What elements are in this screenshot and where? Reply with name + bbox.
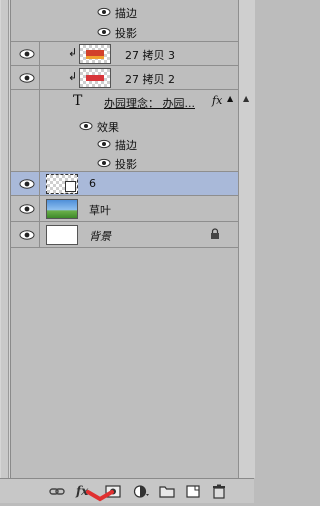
visibility-cell[interactable] xyxy=(11,66,40,89)
fx-icon[interactable]: fx xyxy=(212,94,222,107)
layers-panel-window: 描边 投影 ↲ 27 拷贝 3 ↲ 27 拷贝 2 T 办园理念： 办园... … xyxy=(0,0,255,503)
eye-icon[interactable] xyxy=(97,7,111,17)
left-scrollbar[interactable] xyxy=(0,0,11,503)
layer-row-background[interactable]: 背景 xyxy=(11,222,238,248)
layer-name[interactable]: 27 拷贝 3 xyxy=(125,47,175,63)
new-layer-icon[interactable] xyxy=(184,484,202,499)
layer-thumbnail xyxy=(79,44,111,64)
eye-icon[interactable] xyxy=(97,139,111,149)
visibility-cell[interactable] xyxy=(11,90,40,171)
visibility-cell[interactable] xyxy=(11,172,40,195)
layer-name[interactable]: 6 xyxy=(89,177,96,190)
clip-arrow-icon: ↲ xyxy=(68,70,78,83)
eye-icon[interactable] xyxy=(19,229,35,241)
layer-row[interactable]: ↲ 27 拷贝 3 xyxy=(11,42,238,66)
effect-label-shadow: 投影 xyxy=(115,158,137,171)
layer-thumbnail xyxy=(79,68,111,88)
smart-object-icon xyxy=(65,181,76,192)
effects-label: 效果 xyxy=(97,121,119,134)
layer-name[interactable]: 办园理念： 办园... xyxy=(104,95,195,111)
eye-icon[interactable] xyxy=(19,72,35,84)
annotation-arrow xyxy=(86,489,114,503)
eye-icon[interactable] xyxy=(19,203,35,215)
layer-thumbnail xyxy=(46,225,78,245)
eye-icon[interactable] xyxy=(79,121,93,131)
collapse-arrow-icon[interactable]: ▲ xyxy=(227,94,233,103)
layer-thumbnail xyxy=(46,174,78,194)
left-scroll-thumb[interactable] xyxy=(1,0,9,478)
trash-icon[interactable] xyxy=(210,484,228,499)
effect-label-shadow: 投影 xyxy=(115,27,137,40)
effects-group-top: 描边 投影 xyxy=(11,0,238,42)
visibility-cell[interactable] xyxy=(11,196,40,221)
layers-bottom-toolbar: fx xyxy=(0,478,254,503)
text-layer-icon: T xyxy=(73,93,83,109)
scroll-up-arrow-icon[interactable]: ▲ xyxy=(243,94,249,103)
layer-row-selected[interactable]: 6 xyxy=(11,172,238,196)
clip-arrow-icon: ↲ xyxy=(68,46,78,59)
link-icon[interactable] xyxy=(48,484,66,499)
layer-row[interactable]: 草叶 xyxy=(11,196,238,222)
visibility-cell[interactable] xyxy=(11,42,40,65)
layer-name[interactable]: 背景 xyxy=(89,228,111,244)
eye-icon[interactable] xyxy=(19,178,35,190)
lock-icon xyxy=(210,228,220,240)
layer-name[interactable]: 27 拷贝 2 xyxy=(125,71,175,87)
layer-row[interactable]: ↲ 27 拷贝 2 xyxy=(11,66,238,90)
layer-thumbnail xyxy=(46,199,78,219)
adjustment-icon[interactable] xyxy=(132,484,150,499)
folder-icon[interactable] xyxy=(158,484,176,499)
right-scrollbar[interactable]: ▲ xyxy=(238,0,255,478)
layer-name[interactable]: 草叶 xyxy=(89,202,111,218)
eye-icon[interactable] xyxy=(97,27,111,37)
eye-icon[interactable] xyxy=(97,158,111,168)
effect-label-stroke: 描边 xyxy=(115,7,137,20)
visibility-cell[interactable] xyxy=(11,222,40,247)
layers-list: 描边 投影 ↲ 27 拷贝 3 ↲ 27 拷贝 2 T 办园理念： 办园... … xyxy=(11,0,238,478)
layer-row-text[interactable]: T 办园理念： 办园... fx ▲ 效果 描边 投影 xyxy=(11,90,238,172)
empty-list-area xyxy=(11,248,238,478)
effect-label-stroke: 描边 xyxy=(115,139,137,152)
eye-icon[interactable] xyxy=(19,48,35,60)
